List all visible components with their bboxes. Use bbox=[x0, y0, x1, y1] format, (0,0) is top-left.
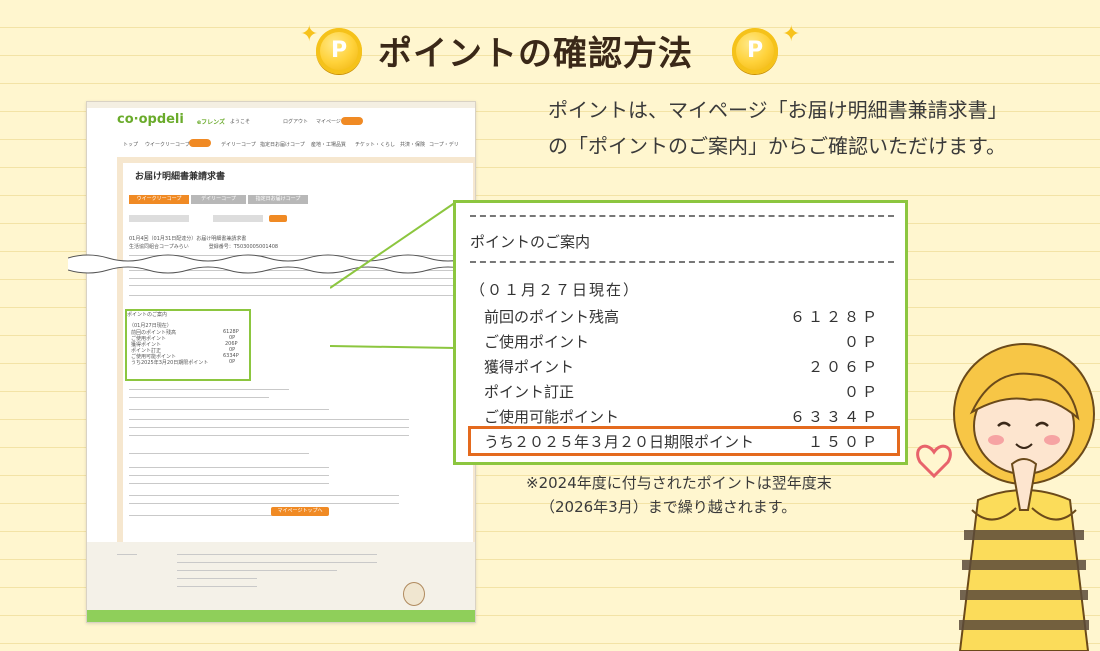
logout-link[interactable]: ログアウト bbox=[283, 118, 308, 125]
description-text: ポイントは、マイページ「お届け明細書兼請求書」の「ポイントのご案内」からご確認い… bbox=[548, 98, 1008, 158]
sparkle-icon: ✦ bbox=[782, 22, 801, 47]
tab-scheduled[interactable]: 指定日お届けコープ bbox=[248, 195, 308, 204]
zoom-row-label: 前回のポイント残高 bbox=[484, 308, 620, 326]
mypage-screenshot: co·opdeli eフレンズ ようこそ ログアウト マイページ トップ ウイー… bbox=[86, 101, 476, 623]
mypage-top-button[interactable]: マイページトップへ bbox=[271, 507, 329, 516]
zoom-row-value: ６１２８Ｐ bbox=[789, 308, 880, 326]
logo-sub: eフレンズ bbox=[197, 119, 225, 126]
page-header: ✦ P ポイントの確認方法 P ✦ bbox=[0, 18, 1100, 78]
user-button[interactable] bbox=[341, 117, 363, 125]
grass-decoration bbox=[87, 610, 475, 622]
expiring-points-value: １５０Ｐ bbox=[807, 433, 880, 451]
woman-illustration bbox=[916, 343, 1095, 651]
invoice-line: 01月4回（01月31日配達分）お届け明細書兼請求書 bbox=[129, 236, 247, 242]
points-zoom-panel: ポイントのご案内 （０１月２７日現在） 前回のポイント残高 ６１２８Ｐ ご使用ポ… bbox=[453, 200, 908, 465]
points-highlight-box bbox=[125, 309, 251, 381]
zoom-row-value: ６３３４Ｐ bbox=[789, 408, 880, 426]
nav-item[interactable]: コープ・デリ bbox=[429, 141, 459, 148]
date-select[interactable] bbox=[129, 215, 189, 222]
mascot-icon bbox=[403, 582, 425, 606]
zoom-row-label: ご使用可能ポイント bbox=[484, 408, 620, 426]
expiring-points-label: うち２０２５年３月２０日期限ポイント bbox=[484, 433, 755, 451]
carryover-note: ※2024年度に付与されたポイントは翌年度末 （2026年3月）まで繰り越されま… bbox=[526, 471, 832, 519]
zoom-header: ポイントのご案内 bbox=[470, 233, 591, 251]
zoom-row-label: 獲得ポイント bbox=[484, 358, 575, 376]
note-line: ※2024年度に付与されたポイントは翌年度末 bbox=[526, 474, 832, 492]
delivery-select[interactable] bbox=[213, 215, 263, 222]
point-coin-icon: P bbox=[316, 28, 362, 74]
zoom-connector-lines bbox=[330, 201, 457, 349]
zoom-row-value: ０Ｐ bbox=[843, 383, 880, 401]
zoom-row-label: ポイント訂正 bbox=[484, 383, 575, 401]
zoom-row-label: ご使用ポイント bbox=[484, 333, 590, 351]
display-button[interactable] bbox=[269, 215, 287, 222]
point-coin-icon: P bbox=[732, 28, 778, 74]
nav-item[interactable]: チケット・くらし bbox=[355, 141, 395, 148]
coopdeli-logo: co·opdeli bbox=[117, 112, 184, 127]
zoom-date: （０１月２７日現在） bbox=[470, 281, 641, 299]
mypage-link[interactable]: マイページ bbox=[316, 118, 341, 125]
page-title: ポイントの確認方法 bbox=[378, 34, 693, 74]
nav-item[interactable]: 産地・工場品質 bbox=[311, 141, 346, 148]
nav-item[interactable]: デイリーコープ bbox=[221, 141, 256, 148]
nav-item[interactable]: 指定日お届けコープ bbox=[260, 141, 305, 148]
nav-badge bbox=[189, 139, 211, 147]
zoom-row-value: ０Ｐ bbox=[843, 333, 880, 351]
tab-daily[interactable]: デイリーコープ bbox=[191, 195, 246, 204]
welcome-text: ようこそ bbox=[230, 119, 251, 125]
tab-weekly[interactable]: ウイークリーコープ bbox=[129, 195, 189, 204]
invoice-title: お届け明細書兼請求書 bbox=[135, 172, 226, 182]
nav-item[interactable]: トップ bbox=[123, 141, 138, 148]
nav-item[interactable]: ウイークリーコープ bbox=[145, 141, 190, 148]
zoom-row-value: ２０６Ｐ bbox=[807, 358, 880, 376]
note-line: （2026年3月）まで繰り越されます。 bbox=[540, 498, 797, 516]
invoice-line: 生活協同組合コープみらい 登録番号：T5030005001408 bbox=[129, 244, 279, 250]
nav-item[interactable]: 共済・保険 bbox=[400, 141, 425, 148]
